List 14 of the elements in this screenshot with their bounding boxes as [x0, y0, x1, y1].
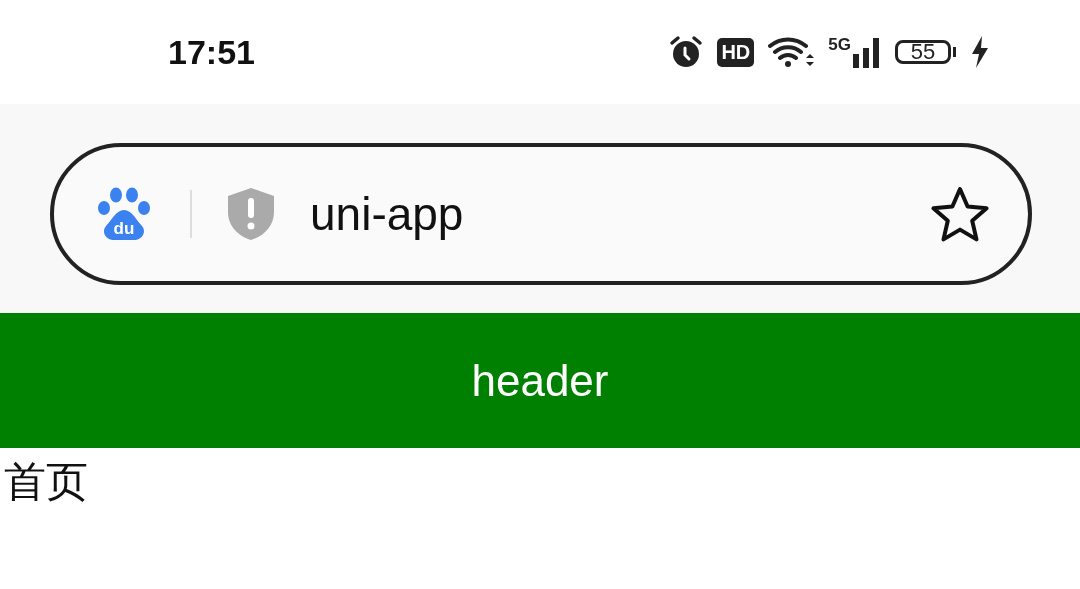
alarm-clock-icon: [669, 35, 704, 69]
star-icon[interactable]: [930, 185, 990, 243]
network-label: 5G: [828, 36, 851, 53]
signal-icon: [853, 36, 881, 68]
shield-warning-icon: [226, 186, 276, 242]
status-time: 17:51: [168, 32, 256, 72]
page-text: 首页: [4, 457, 88, 506]
address-bar[interactable]: du uni-app: [50, 143, 1032, 285]
wifi-icon: [768, 36, 815, 68]
header-title: header: [471, 355, 609, 406]
battery-icon: 55: [895, 40, 951, 64]
hd-badge: HD: [717, 37, 755, 67]
url-text: uni-app: [310, 187, 465, 241]
charging-icon: [970, 36, 990, 68]
